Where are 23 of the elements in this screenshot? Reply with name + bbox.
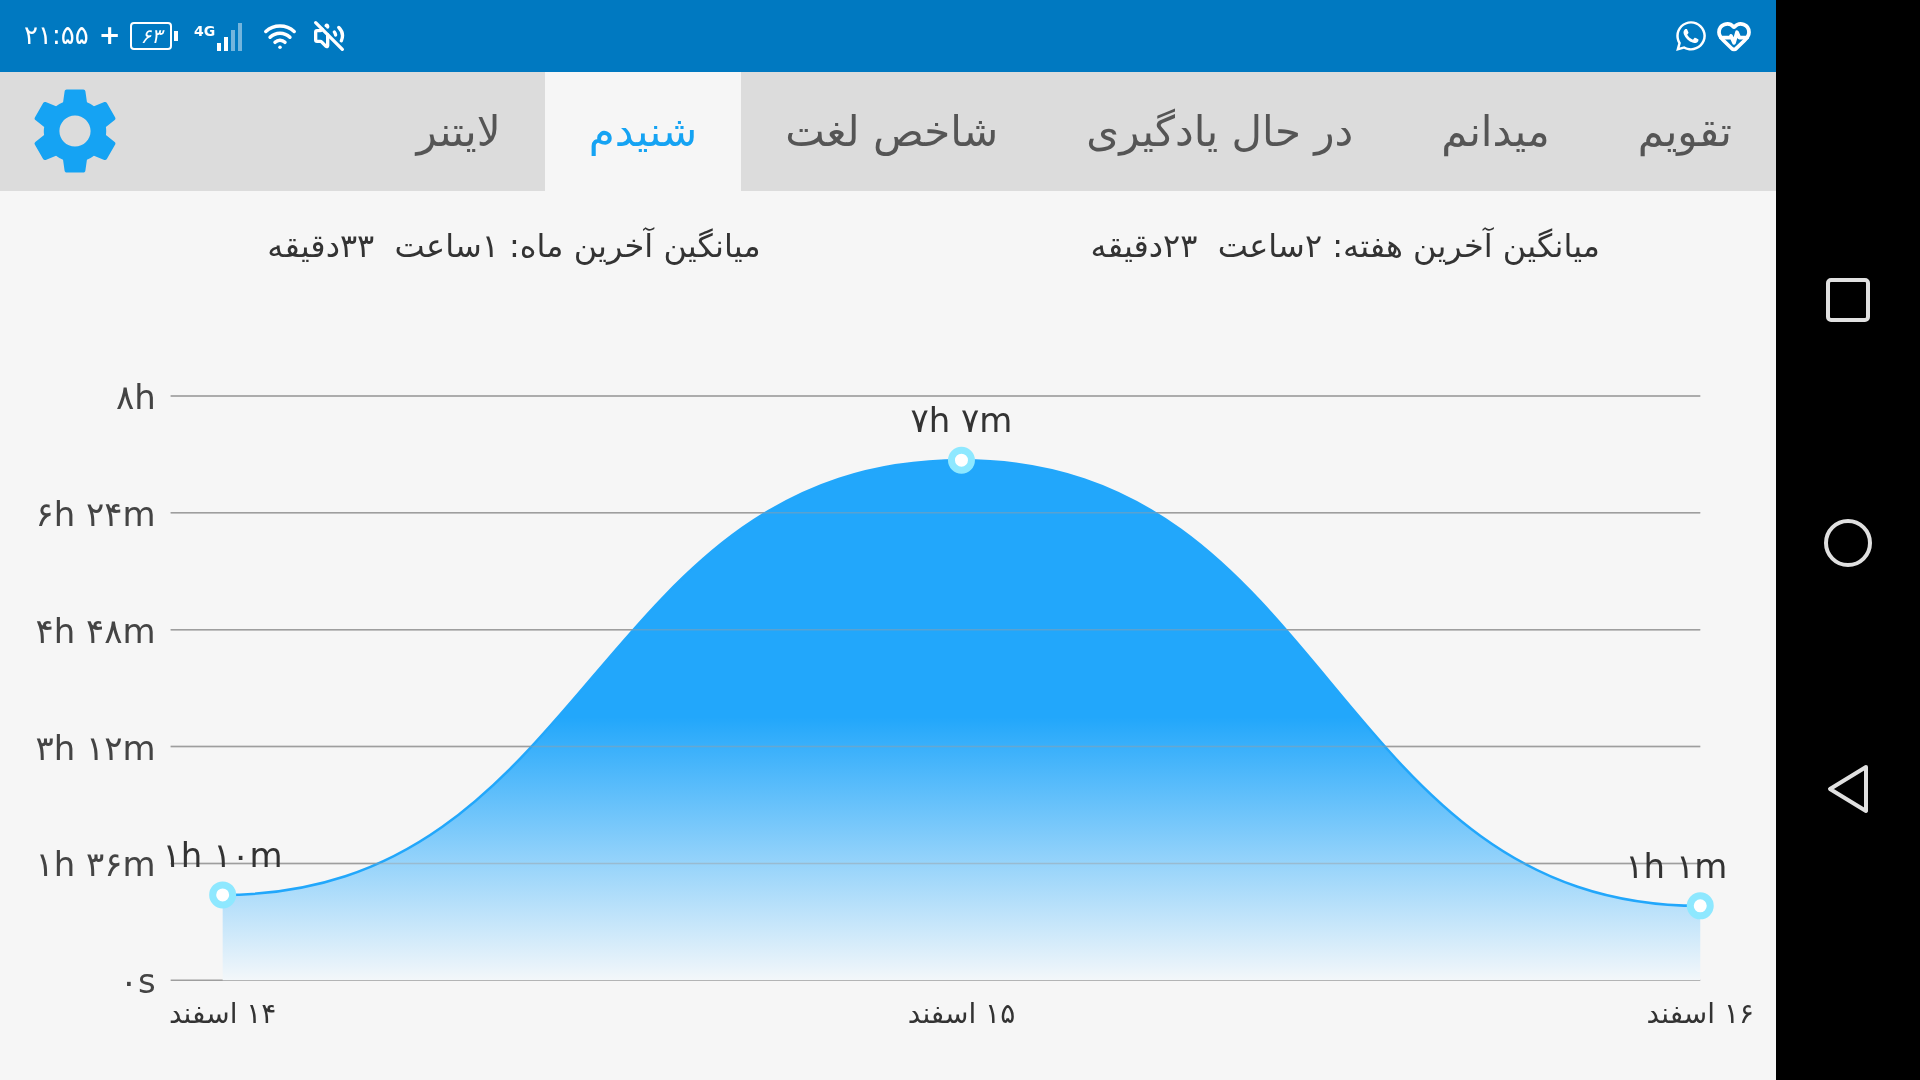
whatsapp-icon — [1674, 18, 1708, 53]
clock: ۲۱:۵۵ — [24, 19, 89, 53]
back-icon[interactable] — [1826, 764, 1870, 814]
y-axis-label: ۳h ۱۲m — [35, 727, 156, 768]
value-label: ۷h ۷m — [910, 399, 1013, 440]
x-axis-label: ۱۶ اسفند — [1646, 997, 1754, 1031]
average-text: میانگین آخرین هفته: ۲ساعت ۲۳دقیقه — [1090, 225, 1600, 267]
mute-icon — [313, 19, 346, 52]
plus-sign: + — [98, 19, 121, 53]
y-axis-label: ۸h — [115, 376, 156, 417]
recents-icon[interactable] — [1826, 278, 1870, 322]
y-axis-label: ۱h ۳۶m — [35, 844, 156, 885]
y-axis-label: ۴h ۴۸m — [35, 610, 156, 651]
x-axis-label: ۱۴ اسفند — [168, 997, 277, 1031]
home-icon[interactable] — [1823, 518, 1873, 568]
y-axis-label: ۰s — [119, 961, 156, 1002]
battery-indicator: ۶۳ — [130, 21, 172, 50]
y-axis-label: ۶h ۲۴m — [35, 493, 156, 534]
x-axis-label: ۱۵ اسفند — [907, 997, 1016, 1031]
network-type: 4G — [193, 21, 216, 41]
value-label: ۱h ۱۰m — [162, 834, 283, 875]
average-text: میانگین آخرین ماه: ۱ساعت ۳۳دقیقه — [267, 225, 761, 267]
value-label: ۱h ۱m — [1625, 845, 1728, 886]
